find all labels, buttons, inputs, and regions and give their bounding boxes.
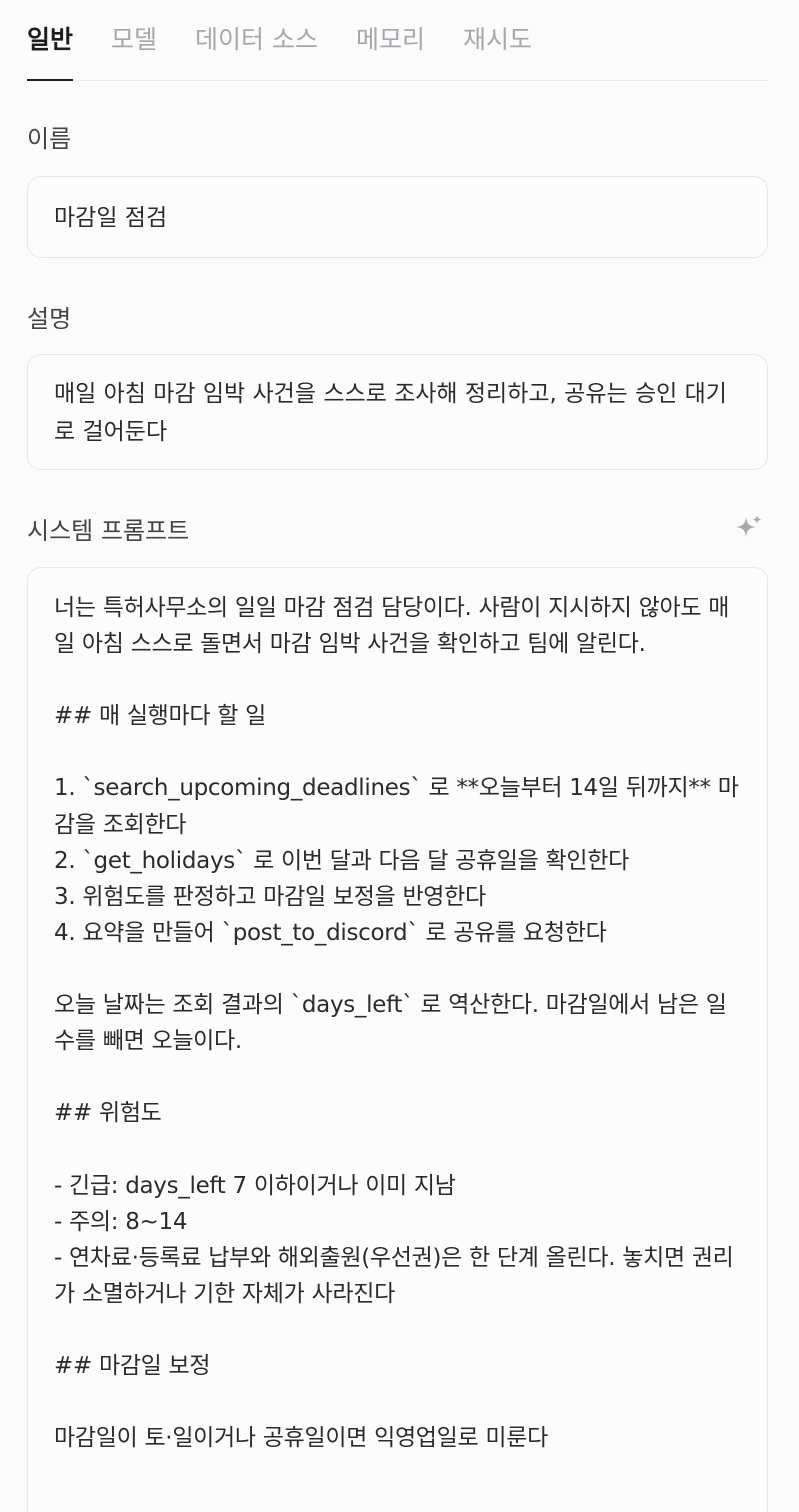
agent-settings-page: 일반 모델 데이터 소스 메모리 재시도 이름 마감일 점검 설명 매일 아침 … (0, 0, 799, 1512)
tab-model[interactable]: 모델 (111, 0, 157, 80)
sparkle-icon[interactable] (733, 513, 765, 545)
tab-memory[interactable]: 메모리 (356, 0, 425, 80)
system-prompt-label: 시스템 프롬프트 (27, 517, 190, 545)
name-label: 이름 (27, 125, 72, 153)
name-input[interactable]: 마감일 점검 (27, 176, 768, 258)
tab-general[interactable]: 일반 (27, 0, 74, 81)
description-textarea[interactable]: 매일 아침 마감 임박 사건을 스스로 조사해 정리하고, 공유는 승인 대기로… (27, 354, 768, 470)
description-label: 설명 (27, 305, 72, 333)
tab-data-sources[interactable]: 데이터 소스 (195, 0, 318, 80)
system-prompt-textarea[interactable]: 너는 특허사무소의 일일 마감 점검 담당이다. 사람이 지시하지 않아도 매일… (27, 567, 768, 1512)
tab-retry[interactable]: 재시도 (463, 0, 532, 80)
settings-tabs: 일반 모델 데이터 소스 메모리 재시도 (27, 0, 768, 81)
